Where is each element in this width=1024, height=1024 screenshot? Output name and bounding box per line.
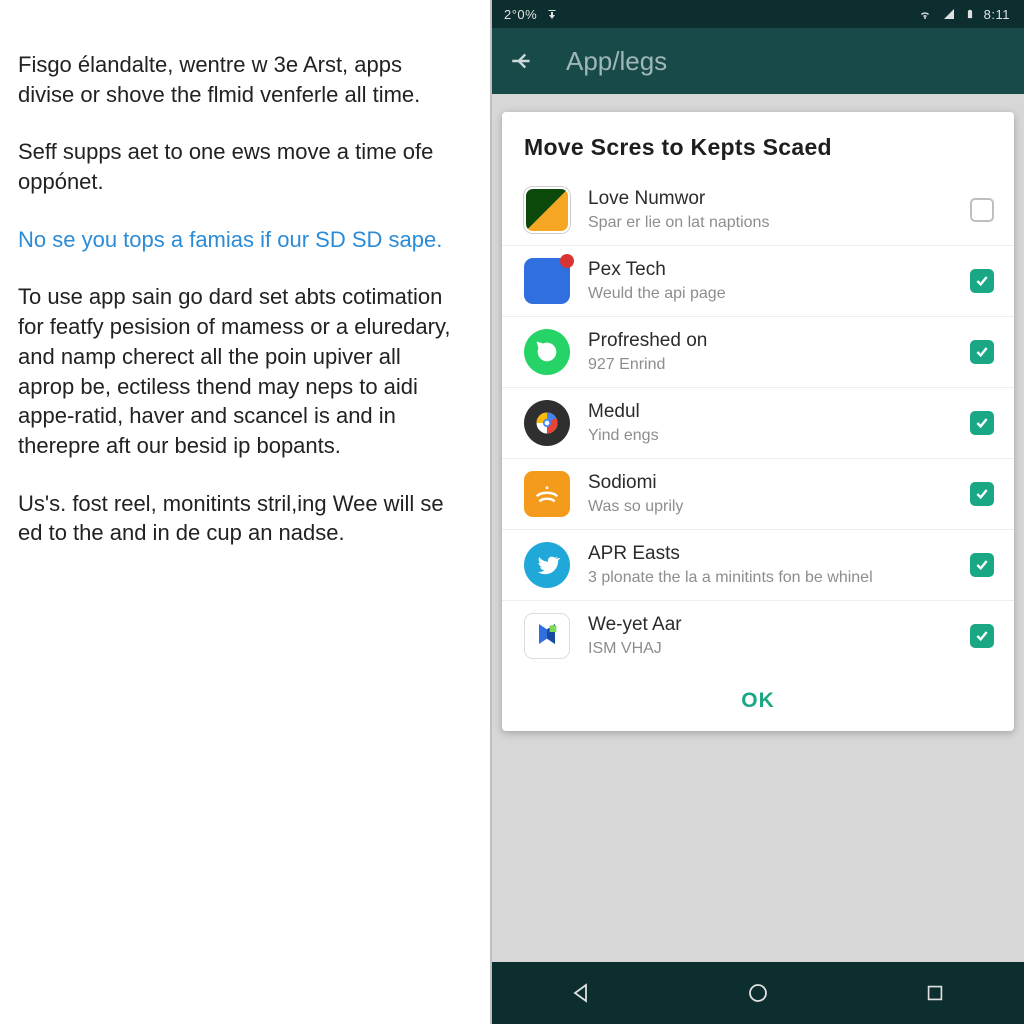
app-text: APR Easts 3 plonate the la a minitints fo… (588, 543, 952, 587)
app-checkbox[interactable] (970, 269, 994, 293)
nav-back-button[interactable] (551, 973, 611, 1013)
app-text: Profreshed on 927 Enrind (588, 330, 952, 374)
download-icon (546, 8, 558, 20)
app-name-label: We-yet Aar (588, 614, 952, 637)
app-text: We-yet Aar ISM VHAJ (588, 614, 952, 658)
status-time-label: 8:11 (984, 7, 1010, 22)
move-dialog: Move Scres to Kepts Scaed Love Numwor Spa… (502, 112, 1014, 731)
dialog-title: Move Scres to Kepts Scaed (502, 112, 1014, 175)
app-checkbox[interactable] (970, 340, 994, 364)
app-item[interactable]: Medul Yind engs (502, 387, 1014, 458)
phone-body: Move Scres to Kepts Scaed Love Numwor Spa… (492, 94, 1024, 962)
app-checkbox[interactable] (970, 198, 994, 222)
app-icon (524, 613, 570, 659)
app-checkbox[interactable] (970, 411, 994, 435)
app-icon (524, 542, 570, 588)
app-item[interactable]: Sodiomi Was so uprily (502, 458, 1014, 529)
app-item[interactable]: We-yet Aar ISM VHAJ (502, 600, 1014, 671)
wifi-icon (917, 8, 933, 20)
app-sub-label: 927 Enrind (588, 355, 952, 374)
app-sub-label: Was so uprily (588, 497, 952, 516)
back-button[interactable] (502, 41, 542, 81)
nav-recents-button[interactable] (905, 973, 965, 1013)
app-checkbox[interactable] (970, 553, 994, 577)
app-name-label: Pex Tech (588, 259, 952, 282)
status-percent-label: 2°0% (504, 7, 537, 22)
app-bar: App/legs (492, 28, 1024, 94)
app-text: Sodiomi Was so uprily (588, 472, 952, 516)
arrow-left-icon (509, 48, 535, 74)
article-paragraph: Seff supps aet to one ews move a time of… (18, 137, 456, 196)
app-sub-label: Spar er lie on lat naptions (588, 213, 952, 232)
page-root: Fisgo élandalte, wentre w 3e Arst, apps … (0, 0, 1024, 1024)
app-name-label: Medul (588, 401, 952, 424)
app-checkbox[interactable] (970, 482, 994, 506)
app-sub-label: Yind engs (588, 426, 952, 445)
app-list: Love Numwor Spar er lie on lat naptions Pe… (502, 175, 1014, 671)
app-sub-label: 3 plonate the la a minitints fon be whin… (588, 568, 952, 587)
app-item[interactable]: Profreshed on 927 Enrind (502, 316, 1014, 387)
article-paragraph: No se you tops a famias if our SD SD sap… (18, 225, 456, 255)
app-name-label: Profreshed on (588, 330, 952, 353)
nav-back-icon (569, 981, 593, 1005)
ok-button[interactable]: OK (741, 689, 775, 713)
app-icon (524, 187, 570, 233)
nav-recents-icon (924, 982, 946, 1004)
app-sub-label: Weuld the api page (588, 284, 952, 303)
app-icon (524, 400, 570, 446)
signal-icon (942, 8, 956, 20)
app-item[interactable]: Pex Tech Weuld the api page (502, 245, 1014, 316)
article-link[interactable]: No se you tops a famias if our SD SD sap… (18, 227, 442, 252)
app-item[interactable]: Love Numwor Spar er lie on lat naptions (502, 175, 1014, 245)
android-nav-bar (492, 962, 1024, 1024)
app-text: Love Numwor Spar er lie on lat naptions (588, 188, 952, 232)
article-paragraph: To use app sain go dard set abts cotimat… (18, 282, 456, 460)
status-left: 2°0% (504, 7, 558, 22)
app-text: Medul Yind engs (588, 401, 952, 445)
nav-home-button[interactable] (728, 973, 788, 1013)
app-item[interactable]: APR Easts 3 plonate the la a minitints fo… (502, 529, 1014, 600)
status-right: 8:11 (917, 7, 1010, 22)
app-icon (524, 258, 570, 304)
nav-home-icon (746, 981, 770, 1005)
app-checkbox[interactable] (970, 624, 994, 648)
phone-frame: 2°0% 8:11 App/legs Move Scres to Kepts S… (490, 0, 1024, 1024)
app-icon (524, 471, 570, 517)
app-text: Pex Tech Weuld the api page (588, 259, 952, 303)
app-icon (524, 329, 570, 375)
article-paragraph: Us's. fost reel, monitints stril,ing Wee… (18, 489, 456, 548)
battery-icon (965, 7, 975, 21)
app-name-label: APR Easts (588, 543, 952, 566)
app-name-label: Love Numwor (588, 188, 952, 211)
app-sub-label: ISM VHAJ (588, 639, 952, 658)
article-paragraph: Fisgo élandalte, wentre w 3e Arst, apps … (18, 50, 456, 109)
article-column: Fisgo élandalte, wentre w 3e Arst, apps … (0, 0, 490, 1024)
app-name-label: Sodiomi (588, 472, 952, 495)
dialog-actions: OK (502, 671, 1014, 723)
status-bar: 2°0% 8:11 (492, 0, 1024, 28)
app-bar-title: App/legs (566, 46, 667, 77)
